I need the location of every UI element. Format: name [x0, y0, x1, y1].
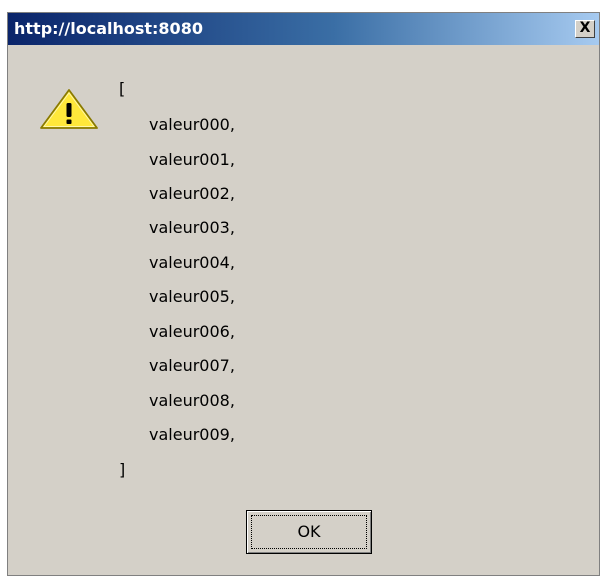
- message-value-line: valeur002,: [149, 184, 235, 203]
- dialog-title: http://localhost:8080: [14, 19, 203, 38]
- close-button[interactable]: X: [575, 20, 595, 38]
- message-value-line: valeur003,: [149, 218, 235, 237]
- message-close-bracket: ]: [119, 460, 126, 479]
- message-value-line: valeur001,: [149, 150, 235, 169]
- ok-button[interactable]: OK: [246, 510, 372, 554]
- message-value-line: valeur008,: [149, 391, 235, 410]
- warning-icon: [40, 89, 98, 129]
- message-open-bracket: [: [119, 79, 126, 98]
- message-value-line: valeur007,: [149, 356, 235, 375]
- message-value-line: valeur009,: [149, 425, 235, 444]
- message-value-line: valeur005,: [149, 287, 235, 306]
- ok-button-label: OK: [297, 522, 321, 541]
- title-bar[interactable]: http://localhost:8080 X: [8, 13, 599, 45]
- message-value-line: valeur006,: [149, 322, 235, 341]
- message-value-line: valeur000,: [149, 115, 235, 134]
- message-value-line: valeur004,: [149, 253, 235, 272]
- alert-dialog: http://localhost:8080 X [ valeur000, val…: [7, 12, 600, 576]
